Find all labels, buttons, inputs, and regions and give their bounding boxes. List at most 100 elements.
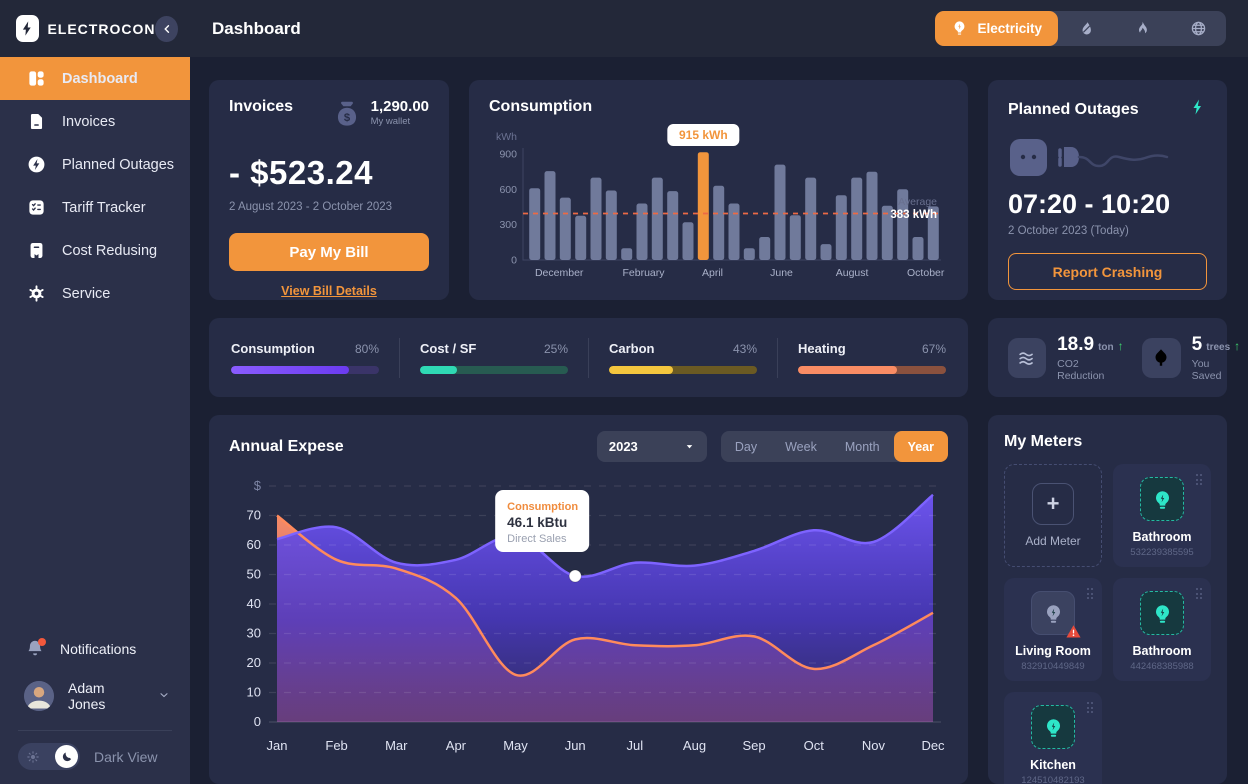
flame-icon [1134,20,1151,37]
consumption-card: Consumption kWh9006003000DecemberFebruar… [469,80,968,300]
svg-text:kWh: kWh [496,131,517,143]
view-bill-details-link[interactable]: View Bill Details [229,284,429,298]
svg-text:600: 600 [499,184,517,196]
stat-carbon: Carbon43% [609,341,757,374]
unplugged-illustration-icon [1008,135,1207,179]
svg-text:900: 900 [499,149,517,161]
pay-bill-button[interactable]: Pay My Bill [229,233,429,271]
range-tab-month[interactable]: Month [831,431,894,462]
logo-block: ELECTROCON [0,0,190,57]
invoices-card: Invoices $ 1,290.00 My wallet - $523.24 … [209,80,449,300]
stat-cost-sf: Cost / SF25% [420,341,568,374]
meter-name: Living Room [1004,644,1102,658]
meter-menu-icon[interactable] [1087,702,1094,713]
energy-tab-water[interactable] [1058,11,1114,46]
energy-tab-label: Electricity [977,21,1042,36]
logo-bolt-icon [16,15,39,42]
sidebar-item-planned-outages[interactable]: Planned Outages [0,143,190,186]
progress-bar [798,366,946,374]
bulb-icon [1140,591,1184,635]
usage-stats-card: Consumption80%Cost / SF25%Carbon43%Heati… [209,318,968,397]
progress-bar [231,366,379,374]
bulb-icon [1140,477,1184,521]
stat-label: Carbon [609,341,655,356]
range-tabs: DayWeekMonthYear [721,431,948,462]
range-tab-day[interactable]: Day [721,431,771,462]
notifications-label: Notifications [60,641,136,657]
dark-view-label: Dark View [94,749,158,765]
trend-up-icon: ↑ [1234,339,1240,353]
meter-bulb-icon [1043,603,1064,624]
svg-text:60: 60 [247,537,261,552]
user-menu[interactable]: Adam Jones [0,670,190,722]
meter-bulb-icon [1043,717,1064,738]
eco-value: 5 [1192,334,1203,356]
meter-tile-bathroom[interactable]: Bathroom532239385595 [1113,464,1211,567]
sidebar-item-dashboard[interactable]: Dashboard [0,57,190,100]
cost-icon [27,241,46,260]
eco-value: 18.9 [1057,334,1094,356]
wallet-caption: My wallet [371,116,429,127]
svg-text:June: June [770,267,793,279]
meter-menu-icon[interactable] [1196,588,1203,599]
divider [777,338,778,378]
meter-tile-kitchen[interactable]: Kitchen124510482193 [1004,692,1102,784]
bulb-icon [1031,591,1075,635]
svg-text:Dec: Dec [921,738,945,753]
outages-title: Planned Outages [1008,101,1139,119]
notifications-button[interactable]: Notifications [0,628,190,670]
divider [399,338,400,378]
co2-waves-icon [1016,347,1038,369]
svg-text:20: 20 [247,655,261,670]
progress-bar [420,366,568,374]
energy-tab-network[interactable] [1170,11,1226,46]
report-crashing-button[interactable]: Report Crashing [1008,253,1207,290]
wallet-summary: $ 1,290.00 My wallet [331,98,429,130]
main-content: Invoices $ 1,290.00 My wallet - $523.24 … [190,57,1248,784]
sidebar-collapse-button[interactable] [155,16,178,42]
sidebar-item-invoices[interactable]: Invoices [0,100,190,143]
meter-menu-icon[interactable] [1087,588,1094,599]
svg-text:Direct Sales: Direct Sales [507,533,567,545]
bulb-bolt-icon [951,20,968,37]
svg-text:Aug: Aug [683,738,706,753]
sidebar-item-label: Invoices [62,114,115,130]
meter-tile-living-room[interactable]: Living Room832910449849 [1004,578,1102,681]
sidebar-item-cost-redusing[interactable]: Cost Redusing [0,229,190,272]
meter-id: 124510482193 [1004,775,1102,784]
app-root: ELECTROCON Dashboard Invoices Planned Outa… [0,0,1248,784]
sidebar-item-service[interactable]: Service [0,272,190,315]
svg-text:Apr: Apr [446,738,467,753]
outage-time: 07:20 - 10:20 [1008,189,1207,220]
dark-view-toggle[interactable] [18,743,80,770]
stat-label: Consumption [231,341,315,356]
range-tab-year[interactable]: Year [894,431,948,462]
meter-name: Bathroom [1113,644,1211,658]
my-meters-card: My Meters +Add MeterBathroom532239385595… [988,415,1227,784]
meter-name: Bathroom [1113,530,1211,544]
energy-tab-electricity[interactable]: Electricity [935,11,1058,46]
annual-title: Annual Expese [229,438,344,456]
sidebar: ELECTROCON Dashboard Invoices Planned Outa… [0,0,190,784]
dark-view-row: Dark View [0,743,190,770]
add-meter-tile[interactable]: +Add Meter [1004,464,1102,567]
chevron-down-icon [158,688,170,704]
range-tab-week[interactable]: Week [771,431,831,462]
sidebar-footer: Notifications Adam Jones [0,628,190,770]
svg-text:Consumption: Consumption [507,501,578,513]
svg-text:0: 0 [511,255,517,267]
outage-date: 2 October 2023 (Today) [1008,225,1207,237]
svg-text:915 kWh: 915 kWh [679,128,728,142]
meter-tile-bathroom[interactable]: Bathroom442468385988 [1113,578,1211,681]
sidebar-item-tariff-tracker[interactable]: Tariff Tracker [0,186,190,229]
year-dropdown[interactable]: 2023 [597,431,707,462]
divider [588,338,589,378]
invoice-period: 2 August 2023 - 2 October 2023 [229,201,429,213]
meter-menu-icon[interactable] [1196,474,1203,485]
stat-consumption: Consumption80% [231,341,379,374]
bulb-icon [1031,705,1075,749]
warning-icon [1065,623,1082,640]
energy-tab-gas[interactable] [1114,11,1170,46]
bell-icon [24,638,46,660]
svg-text:46.1 kBtu: 46.1 kBtu [507,515,567,530]
